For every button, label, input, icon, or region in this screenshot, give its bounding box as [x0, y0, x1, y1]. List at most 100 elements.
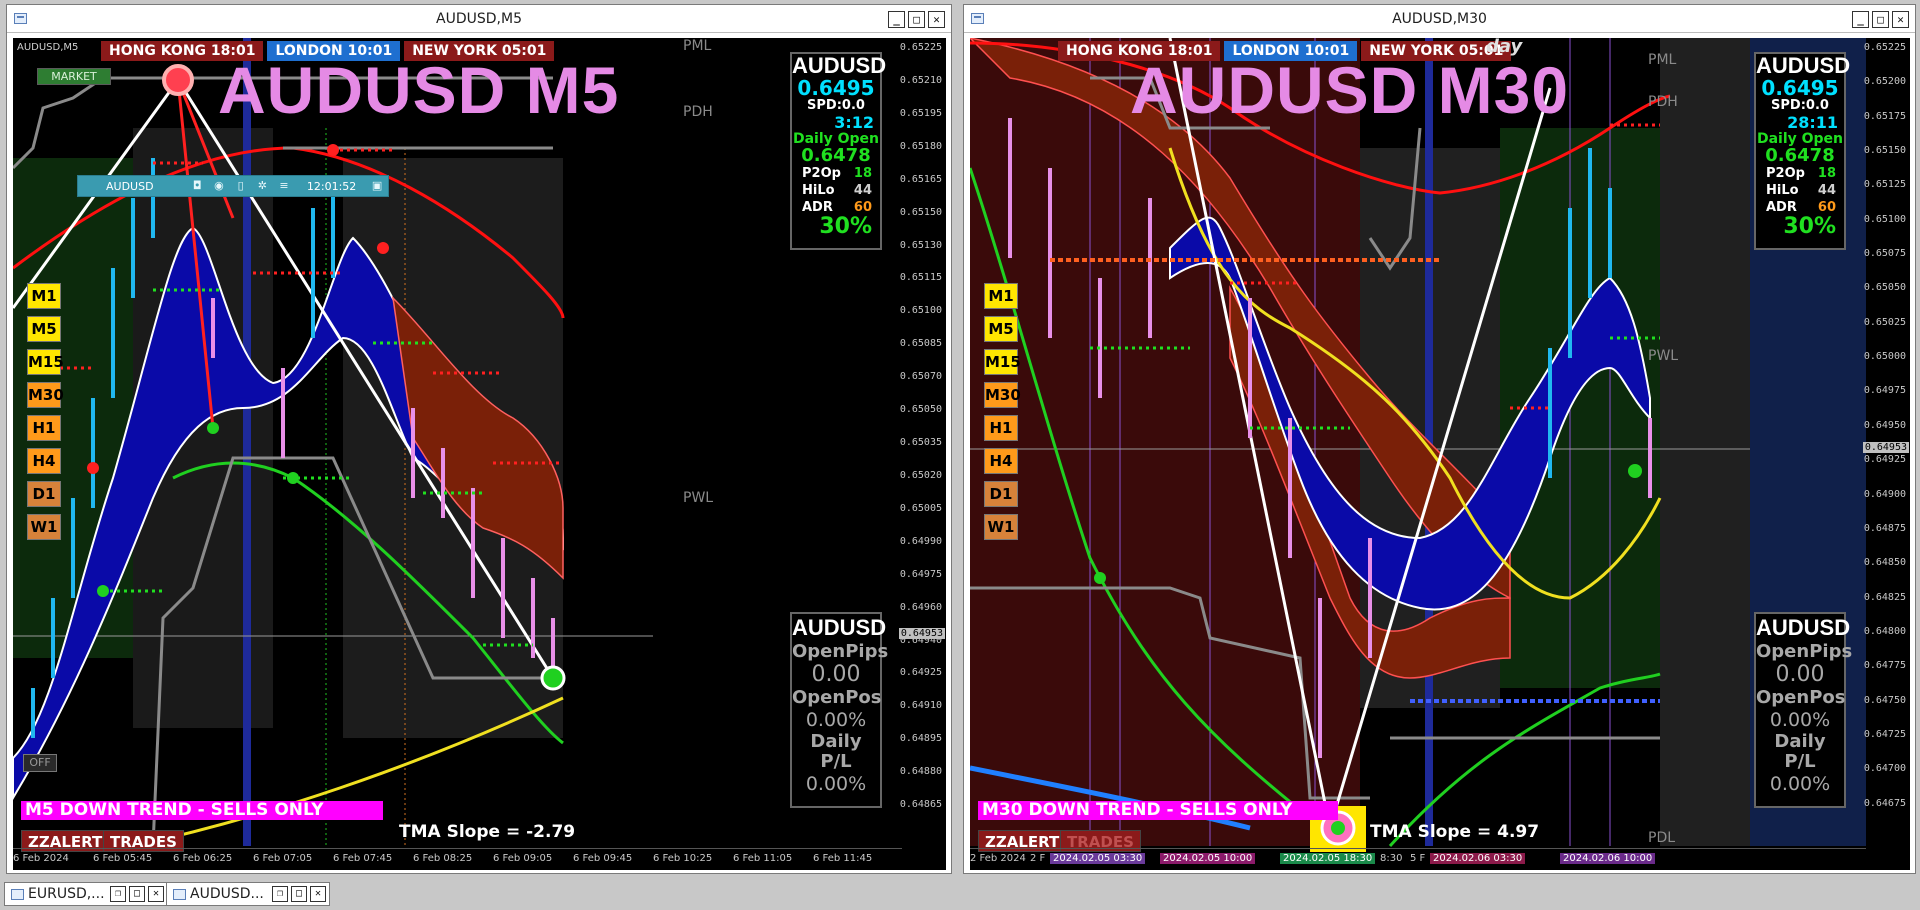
- tf-button-d1[interactable]: D1: [27, 481, 61, 507]
- restore-button[interactable]: ❐: [272, 886, 288, 902]
- taskbar-window-audusd[interactable]: AUDUSD... ❐ □ ✕: [166, 882, 330, 906]
- time-tick: 6 Feb 07:45: [333, 853, 393, 864]
- price-tick: 0.65150: [1863, 145, 1906, 157]
- price-tick: 0.65100: [899, 305, 942, 317]
- gear-icon[interactable]: ✲: [255, 179, 271, 193]
- minimize-button[interactable]: _: [888, 11, 905, 28]
- price-tick: 0.64700: [1863, 763, 1906, 775]
- tf-button-m15[interactable]: M15: [27, 349, 64, 375]
- label-pdl: PDL: [1648, 830, 1676, 846]
- tf-button-m1[interactable]: M1: [984, 283, 1018, 309]
- tf-button-w1[interactable]: W1: [984, 514, 1018, 540]
- minimize-button[interactable]: _: [1852, 11, 1869, 28]
- menu-icon[interactable]: ≡: [276, 179, 292, 193]
- price-tick: 0.64975: [1863, 385, 1906, 397]
- price-tick: 0.65000: [1863, 351, 1906, 363]
- pl-symbol: AUDUSD: [1756, 615, 1851, 640]
- price-tick: 0.65195: [899, 107, 942, 119]
- info-hilo: 44: [853, 183, 872, 198]
- chart-window-m30[interactable]: AUDUSD,M30 _ □ ✕ HONG KONG 18:01 LONDON …: [963, 4, 1916, 874]
- price-chart-m5[interactable]: AUDUSD,M5 MARKET HONG KONG 18:01 LONDON …: [13, 38, 946, 870]
- pl-daily: 0.00%: [805, 773, 867, 795]
- tf-button-m5[interactable]: M5: [984, 316, 1018, 342]
- eye-icon[interactable]: ◉: [211, 179, 227, 193]
- trade-toolbar[interactable]: AUDUSD ◘ ◉ ▯ ✲ ≡ 12:01:52 ▣: [77, 175, 389, 197]
- close-button[interactable]: ✕: [928, 11, 945, 28]
- tf-button-h4[interactable]: H4: [984, 448, 1018, 474]
- chart-window-icon: [11, 888, 24, 900]
- time-tick: 6 Feb 10:25: [653, 853, 713, 864]
- trend-banner: M30 DOWN TREND - SELLS ONLY: [978, 801, 1338, 820]
- tf-button-m30[interactable]: M30: [984, 382, 1021, 408]
- tf-button-h1[interactable]: H1: [984, 415, 1018, 441]
- maximize-button[interactable]: □: [1872, 11, 1889, 28]
- pl-open-pips-label: OpenPips: [792, 641, 889, 662]
- window-icon[interactable]: ▣: [369, 179, 385, 193]
- price-chart-m30[interactable]: HONG KONG 18:01 LONDON 10:01 NEW YORK 05…: [970, 38, 1910, 870]
- toolbar-symbol[interactable]: AUDUSD: [78, 180, 186, 193]
- pl-open-pos: 0.00%: [1769, 709, 1831, 731]
- info-daily-open: 0.6478: [1765, 145, 1835, 166]
- time-tick: 6 Feb 05:45: [93, 853, 153, 864]
- current-price-marker: 0.64953: [898, 628, 945, 639]
- price-tick: 0.65025: [1863, 316, 1906, 328]
- pl-open-pos-label: OpenPos: [1756, 687, 1846, 708]
- maximize-button[interactable]: □: [129, 886, 145, 902]
- label-pml: PML: [683, 38, 712, 54]
- window-titlebar[interactable]: AUDUSD,M5 _ □ ✕: [7, 5, 951, 33]
- info-p2op-label: P2Op: [1766, 166, 1805, 181]
- restore-button[interactable]: ❐: [110, 886, 126, 902]
- price-tick: 0.65050: [1863, 282, 1906, 294]
- tf-button-m15[interactable]: M15: [984, 349, 1021, 375]
- trash-icon[interactable]: ▯: [233, 179, 249, 193]
- tf-button-m5[interactable]: M5: [27, 316, 61, 342]
- info-spread: SPD:0.0: [1771, 98, 1829, 113]
- price-tick: 0.65175: [1863, 110, 1906, 122]
- tf-button-h4[interactable]: H4: [27, 448, 61, 474]
- pl-open-pips-label: OpenPips: [1756, 641, 1853, 662]
- taskbar-window-label: AUDUSD...: [190, 886, 264, 902]
- maximize-button[interactable]: □: [908, 11, 925, 28]
- price-tick: 0.64950: [1863, 419, 1906, 431]
- time-axis[interactable]: 6 Feb 2024 6 Feb 05:45 6 Feb 06:25 6 Feb 07…: [13, 848, 902, 870]
- price-tick: 0.65225: [899, 42, 942, 53]
- time-tick: 6 Feb 08:25: [413, 853, 473, 864]
- close-button[interactable]: ✕: [310, 886, 326, 902]
- time-axis[interactable]: 2 Feb 20242 F0:308:305 F2024.02.05 03:30…: [970, 848, 1866, 870]
- maximize-button[interactable]: □: [291, 886, 307, 902]
- price-tick: 0.64975: [899, 568, 942, 580]
- market-button[interactable]: MARKET: [37, 68, 111, 85]
- tf-button-m30[interactable]: M30: [27, 382, 64, 408]
- tf-button-h1[interactable]: H1: [27, 415, 61, 441]
- taskbar-window-eurusd[interactable]: EURUSD,... ❐ □ ✕: [4, 882, 168, 906]
- price-tick: 0.65020: [899, 469, 942, 481]
- taskbar-window-label: EURUSD,...: [28, 886, 105, 902]
- chart-window-m5[interactable]: AUDUSD,M5 _ □ ✕ AUDUSD,M5 MARKET HONG KO…: [6, 4, 952, 874]
- info-spread: SPD:0.0: [807, 98, 865, 113]
- price-tick: 0.64775: [1863, 660, 1906, 672]
- time-tick: 8:30: [1380, 853, 1403, 864]
- tf-button-d1[interactable]: D1: [984, 481, 1018, 507]
- price-tick: 0.64990: [899, 535, 942, 547]
- price-tick: 0.65050: [899, 404, 942, 416]
- tf-button-w1[interactable]: W1: [27, 514, 61, 540]
- toolbar-clock: 12:01:52: [306, 179, 357, 193]
- camera-icon[interactable]: ◘: [189, 179, 205, 193]
- price-tick: 0.65005: [899, 502, 942, 514]
- info-p2op-label: P2Op: [802, 166, 841, 181]
- price-tick: 0.65225: [1863, 42, 1906, 53]
- time-marker-tag: 2024.02.05 03:30: [1050, 853, 1146, 864]
- info-price: 0.6495: [1761, 76, 1839, 100]
- price-axis[interactable]: 0.65225 0.65200 0.65175 0.65150 0.65125 0.651…: [1862, 38, 1910, 846]
- price-tick: 0.64900: [1863, 488, 1906, 500]
- tf-button-m1[interactable]: M1: [27, 283, 61, 309]
- info-candle-timer: 3:12: [834, 113, 874, 132]
- price-tick: 0.64960: [899, 601, 942, 613]
- off-button[interactable]: OFF: [23, 754, 57, 772]
- close-button[interactable]: ✕: [1892, 11, 1909, 28]
- price-axis[interactable]: 0.65225 0.65210 0.65195 0.65180 0.65165 0.651…: [898, 38, 946, 846]
- close-button[interactable]: ✕: [148, 886, 164, 902]
- window-titlebar[interactable]: AUDUSD,M30 _ □ ✕: [964, 5, 1915, 33]
- info-daily-open: 0.6478: [801, 145, 871, 166]
- time-marker-tag: 2024.02.06 03:30: [1430, 853, 1526, 864]
